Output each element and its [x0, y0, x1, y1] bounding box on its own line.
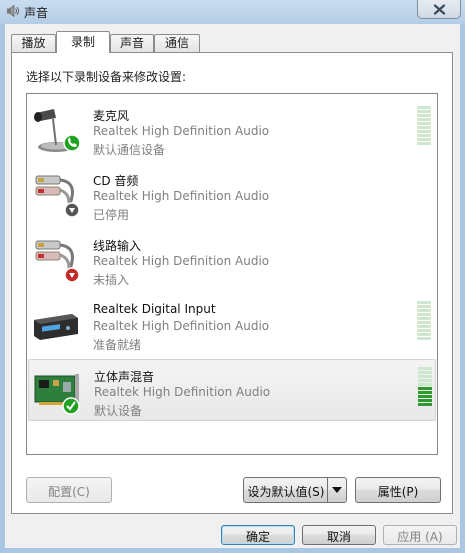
button-label: 属性(P): [377, 485, 419, 499]
sound-dialog: 声音 播放 录制 声音 通信 选择以下录制设备来修改设置: 麦克风 Realte…: [0, 0, 465, 553]
cancel-button[interactable]: 取消: [302, 525, 376, 545]
meter-segment: [417, 138, 431, 141]
meter-segment: [418, 379, 432, 382]
device-name: 立体声混音: [94, 370, 155, 384]
meter-segment: [418, 403, 432, 406]
speaker-icon: [7, 4, 19, 18]
meter-segment: [418, 375, 432, 378]
properties-button[interactable]: 属性(P): [355, 477, 441, 503]
apply-button[interactable]: 应用 (A): [383, 525, 457, 545]
meter-segment: [417, 118, 431, 121]
meter-segment: [417, 130, 431, 133]
meter-segment: [417, 106, 431, 109]
phone-badge: [63, 134, 80, 152]
meter-segment: [418, 395, 432, 398]
meter-segment: [418, 399, 432, 402]
tab-playback[interactable]: 播放: [11, 34, 56, 52]
set-default-split-button[interactable]: 设为默认值(S): [243, 477, 347, 503]
device-status: 已停用: [93, 208, 130, 222]
device-item-digital-input[interactable]: Realtek Digital Input Realtek High Defin…: [28, 294, 436, 356]
meter-segment: [417, 337, 431, 340]
meter-segment: [417, 142, 431, 145]
tab-communications[interactable]: 通信: [154, 34, 200, 52]
meter-segment: [417, 329, 431, 332]
button-label: 确定: [245, 530, 270, 544]
meter-segment: [417, 309, 431, 312]
meter-segment: [417, 126, 431, 129]
meter-segment: [417, 313, 431, 316]
device-status: 未插入: [93, 273, 130, 287]
sound-card-icon: [34, 374, 80, 415]
device-item-microphone[interactable]: 麦克风 Realtek High Definition Audio 默认通信设备: [28, 99, 436, 161]
device-description: Realtek High Definition Audio: [93, 124, 270, 138]
ok-button[interactable]: 确定: [221, 525, 295, 545]
recording-tab-panel: 选择以下录制设备来修改设置: 麦克风 Realtek High Definiti: [11, 52, 453, 514]
digital-receiver-icon: [34, 314, 78, 340]
button-label: 取消: [326, 530, 351, 544]
meter-segment: [417, 305, 431, 308]
device-status: 默认通信设备: [93, 143, 166, 157]
device-description: Realtek High Definition Audio: [94, 385, 271, 399]
dialog-client-area: 播放 录制 声音 通信 选择以下录制设备来修改设置: 麦克风 Realtek H…: [5, 24, 460, 548]
button-label: 应用 (A): [397, 530, 443, 544]
tab-label: 录制: [70, 35, 95, 49]
level-meter: [418, 367, 432, 407]
tab-sounds[interactable]: 声音: [110, 34, 154, 52]
device-name: CD 音频: [93, 174, 139, 188]
device-item-line-in[interactable]: 线路输入 Realtek High Definition Audio 未插入: [28, 229, 436, 291]
rca-cable-icon: [35, 175, 80, 218]
close-button[interactable]: [417, 0, 461, 19]
device-name: Realtek Digital Input: [93, 302, 216, 316]
meter-segment: [418, 387, 432, 390]
instruction-text: 选择以下录制设备来修改设置:: [26, 70, 187, 84]
tab-label: 声音: [119, 36, 144, 50]
device-description: Realtek High Definition Audio: [93, 319, 270, 333]
device-name: 线路输入: [93, 239, 142, 253]
meter-segment: [418, 371, 432, 374]
meter-segment: [417, 321, 431, 324]
level-meter: [417, 301, 431, 341]
meter-segment: [417, 317, 431, 320]
meter-segment: [417, 301, 431, 304]
meter-segment: [418, 383, 432, 386]
meter-segment: [417, 333, 431, 336]
device-description: Realtek High Definition Audio: [93, 254, 270, 268]
set-default-dropdown[interactable]: [327, 478, 346, 502]
device-item-cd-audio[interactable]: CD 音频 Realtek High Definition Audio 已停用: [28, 164, 436, 226]
tab-label: 播放: [21, 36, 46, 50]
level-meter: [417, 106, 431, 146]
meter-segment: [417, 110, 431, 113]
meter-segment: [418, 367, 432, 370]
microphone-icon: [34, 109, 80, 152]
recording-device-list[interactable]: 麦克风 Realtek High Definition Audio 默认通信设备: [26, 93, 438, 455]
button-label: 设为默认值(S): [247, 485, 325, 499]
device-item-stereo-mix[interactable]: 立体声混音 Realtek High Definition Audio 默认设备: [28, 359, 436, 421]
meter-segment: [417, 134, 431, 137]
meter-segment: [417, 325, 431, 328]
tab-recording[interactable]: 录制: [56, 31, 110, 53]
tab-label: 通信: [164, 36, 189, 50]
configure-button[interactable]: 配置(C): [26, 477, 112, 503]
button-label: 配置(C): [48, 485, 90, 499]
device-status: 准备就绪: [93, 338, 142, 352]
meter-segment: [417, 114, 431, 117]
device-name: 麦克风: [93, 109, 130, 123]
chevron-down-icon: [332, 487, 342, 493]
device-status: 默认设备: [94, 404, 143, 418]
title-bar[interactable]: 声音: [0, 0, 465, 24]
meter-segment: [418, 391, 432, 394]
close-icon: [433, 4, 446, 15]
window-title: 声音: [24, 6, 49, 20]
device-description: Realtek High Definition Audio: [93, 189, 270, 203]
meter-segment: [417, 122, 431, 125]
rca-cable-icon: [35, 240, 80, 283]
